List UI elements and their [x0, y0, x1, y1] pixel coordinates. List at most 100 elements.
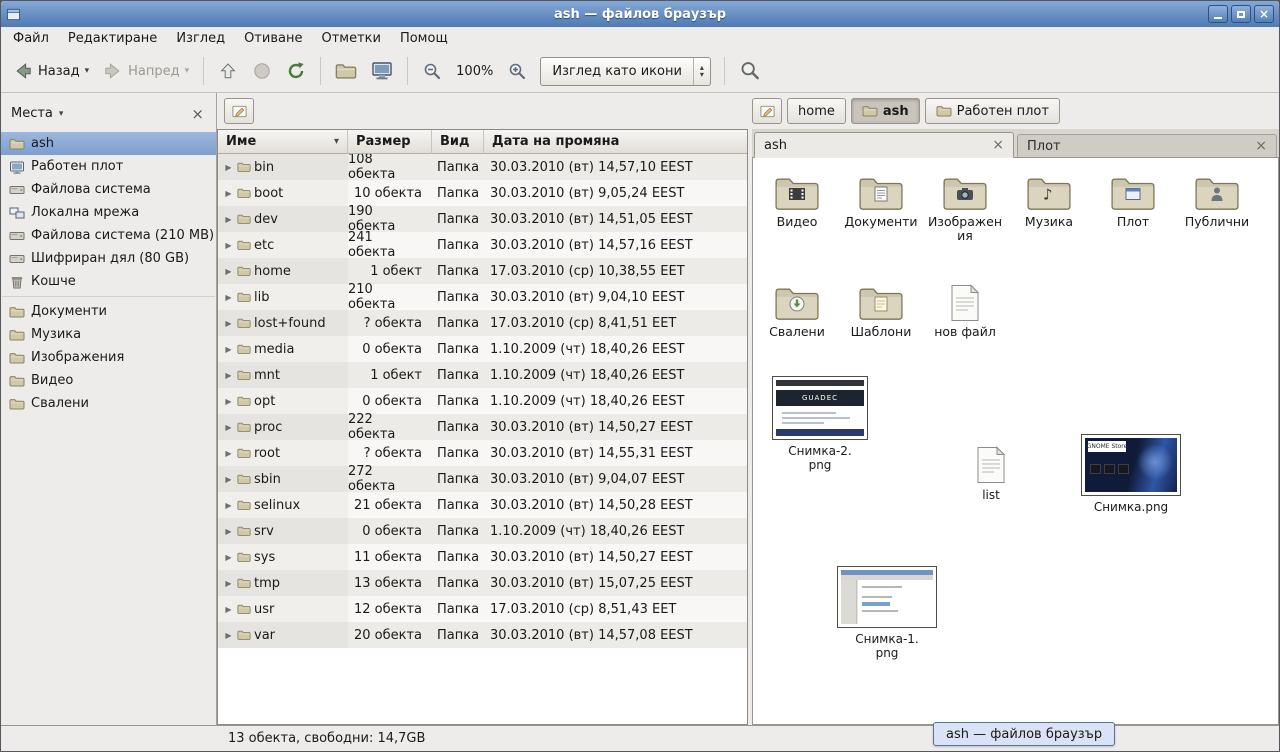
expander-icon[interactable]: ▶: [223, 475, 234, 484]
file-item-1[interactable]: list: [959, 446, 1023, 502]
tree-row[interactable]: ▶lib210 обектаПапка30.03.2010 (вт) 9,04,…: [218, 284, 747, 310]
icon-cell-0-4[interactable]: Плот: [1091, 172, 1175, 244]
tab-0[interactable]: ash×: [754, 132, 1014, 158]
expander-icon[interactable]: ▶: [223, 553, 234, 562]
close-button[interactable]: ×: [1254, 5, 1274, 23]
view-mode-select[interactable]: Изглед като икони ▴▾: [540, 57, 711, 86]
expander-icon[interactable]: ▶: [223, 371, 234, 380]
tree-row[interactable]: ▶tmp13 обектаПапка30.03.2010 (вт) 15,07,…: [218, 570, 747, 596]
sidebar-item-12[interactable]: Свалени: [1, 392, 216, 415]
tree-row[interactable]: ▶mnt1 обектПапка1.10.2009 (чт) 18,40,26 …: [218, 362, 747, 388]
sidebar-item-0[interactable]: ash: [1, 132, 216, 155]
places-selector[interactable]: Места ▾: [11, 106, 63, 121]
tree-row[interactable]: ▶sys11 обектаПапка30.03.2010 (вт) 14,50,…: [218, 544, 747, 570]
expander-icon[interactable]: ▶: [223, 293, 234, 302]
file-item-2[interactable]: GNOME StoreСнимка.png: [1079, 434, 1183, 514]
tree-row[interactable]: ▶etc241 обектаПапка30.03.2010 (вт) 14,57…: [218, 232, 747, 258]
menu-item-5[interactable]: Помощ: [391, 29, 457, 48]
tree-row[interactable]: ▶var20 обектаПапка30.03.2010 (вт) 14,57,…: [218, 622, 747, 648]
file-item-0[interactable]: GUADECСнимка-2.png: [768, 376, 872, 473]
tree-row[interactable]: ▶sbin272 обектаПапка30.03.2010 (вт) 9,04…: [218, 466, 747, 492]
zoom-level[interactable]: 100%: [450, 64, 499, 79]
icon-cell-1-0[interactable]: Свалени: [755, 282, 839, 339]
expander-icon[interactable]: ▶: [223, 267, 234, 276]
up-button[interactable]: [212, 56, 244, 86]
sidebar-item-10[interactable]: Изображения: [1, 346, 216, 369]
sidebar-item-11[interactable]: Видео: [1, 369, 216, 392]
sidebar-item-6[interactable]: Кошче: [1, 270, 216, 293]
breadcrumb-0[interactable]: home: [787, 98, 846, 124]
tree-row[interactable]: ▶media0 обектаПапка1.10.2009 (чт) 18,40,…: [218, 336, 747, 362]
menu-item-2[interactable]: Изглед: [167, 29, 234, 48]
left-pane-location-toggle[interactable]: [224, 98, 254, 124]
tree-row[interactable]: ▶dev190 обектаПапка30.03.2010 (вт) 14,51…: [218, 206, 747, 232]
sidebar-item-5[interactable]: Шифриран дял (80 GB): [1, 247, 216, 270]
window-menu-icon[interactable]: [6, 7, 21, 22]
tab-1[interactable]: Плот×: [1017, 134, 1277, 157]
sidebar-item-4[interactable]: Файлова система (210 MB): [1, 224, 216, 247]
icon-cell-0-2[interactable]: Изображения: [923, 172, 1007, 244]
expander-icon[interactable]: ▶: [223, 631, 234, 640]
sidebar-item-8[interactable]: Документи: [1, 300, 216, 323]
expander-icon[interactable]: ▶: [223, 501, 234, 510]
computer-button[interactable]: [365, 55, 399, 87]
expander-icon[interactable]: ▶: [223, 605, 234, 614]
menu-item-1[interactable]: Редактиране: [59, 29, 166, 48]
icon-cell-1-2[interactable]: нов файл: [923, 282, 1007, 339]
menu-item-0[interactable]: Файл: [4, 29, 58, 48]
taskbar-window-button[interactable]: ash — файлов браузър: [933, 722, 1115, 746]
tab-close-icon[interactable]: ×: [992, 139, 1004, 151]
tree-row[interactable]: ▶usr12 обектаПапка17.03.2010 (ср) 8,51,4…: [218, 596, 747, 622]
tree-row[interactable]: ▶lost+found? обектаПапка17.03.2010 (ср) …: [218, 310, 747, 336]
expander-icon[interactable]: ▶: [223, 449, 234, 458]
icon-cell-0-1[interactable]: Документи: [839, 172, 923, 244]
breadcrumb-2[interactable]: Работен плот: [925, 98, 1060, 124]
column-header-3[interactable]: Дата на промяна: [484, 130, 747, 154]
expander-icon[interactable]: ▶: [223, 397, 234, 406]
stop-button[interactable]: [246, 56, 278, 86]
expander-icon[interactable]: ▶: [223, 345, 234, 354]
zoom-out-button[interactable]: [416, 56, 448, 86]
icon-cell-1-1[interactable]: Шаблони: [839, 282, 923, 339]
column-header-0[interactable]: Име▾: [218, 130, 348, 154]
search-button[interactable]: [733, 55, 767, 87]
minimize-button[interactable]: [1208, 5, 1228, 23]
right-pane-location-toggle[interactable]: [752, 98, 782, 124]
expander-icon[interactable]: ▶: [223, 215, 234, 224]
tree-row[interactable]: ▶bin108 обектаПапка30.03.2010 (вт) 14,57…: [218, 154, 747, 180]
back-button[interactable]: Назад ▾: [7, 56, 95, 86]
tree-row[interactable]: ▶home1 обектПапка17.03.2010 (ср) 10,38,5…: [218, 258, 747, 284]
sidebar-item-9[interactable]: Музика: [1, 323, 216, 346]
tree-row[interactable]: ▶proc222 обектаПапка30.03.2010 (вт) 14,5…: [218, 414, 747, 440]
expander-icon[interactable]: ▶: [223, 579, 234, 588]
breadcrumb-1[interactable]: ash: [851, 98, 920, 124]
icon-cell-0-3[interactable]: ♪Музика: [1007, 172, 1091, 244]
menu-item-3[interactable]: Отиване: [235, 29, 311, 48]
tree-row[interactable]: ▶selinux21 обектаПапка30.03.2010 (вт) 14…: [218, 492, 747, 518]
sidebar-item-3[interactable]: Локална мрежа: [1, 201, 216, 224]
reload-button[interactable]: [280, 56, 312, 86]
maximize-button[interactable]: [1231, 5, 1251, 23]
sidebar-item-1[interactable]: Работен плот: [1, 155, 216, 178]
sidebar-item-2[interactable]: Файлова система: [1, 178, 216, 201]
zoom-in-button[interactable]: [501, 56, 533, 86]
tree-row[interactable]: ▶root? обектаПапка30.03.2010 (вт) 14,55,…: [218, 440, 747, 466]
icon-cell-0-5[interactable]: Публични: [1175, 172, 1259, 244]
forward-button[interactable]: Напред ▾: [97, 56, 195, 86]
tree-row[interactable]: ▶srv0 обектаПапка1.10.2009 (чт) 18,40,26…: [218, 518, 747, 544]
column-header-1[interactable]: Размер: [348, 130, 432, 154]
expander-icon[interactable]: ▶: [223, 163, 234, 172]
expander-icon[interactable]: ▶: [223, 241, 234, 250]
menu-item-4[interactable]: Отметки: [312, 29, 389, 48]
tab-close-icon[interactable]: ×: [1255, 140, 1267, 152]
home-button[interactable]: [329, 55, 363, 87]
expander-icon[interactable]: ▶: [223, 527, 234, 536]
tree-row[interactable]: ▶boot10 обектаПапка30.03.2010 (вт) 9,05,…: [218, 180, 747, 206]
expander-icon[interactable]: ▶: [223, 319, 234, 328]
file-item-3[interactable]: Снимка-1.png: [835, 566, 939, 661]
tree-row[interactable]: ▶opt0 обектаПапка1.10.2009 (чт) 18,40,26…: [218, 388, 747, 414]
expander-icon[interactable]: ▶: [223, 423, 234, 432]
sidebar-close-button[interactable]: ×: [187, 108, 208, 120]
icon-cell-0-0[interactable]: Видео: [755, 172, 839, 244]
titlebar[interactable]: ash — файлов браузър ×: [1, 1, 1279, 27]
